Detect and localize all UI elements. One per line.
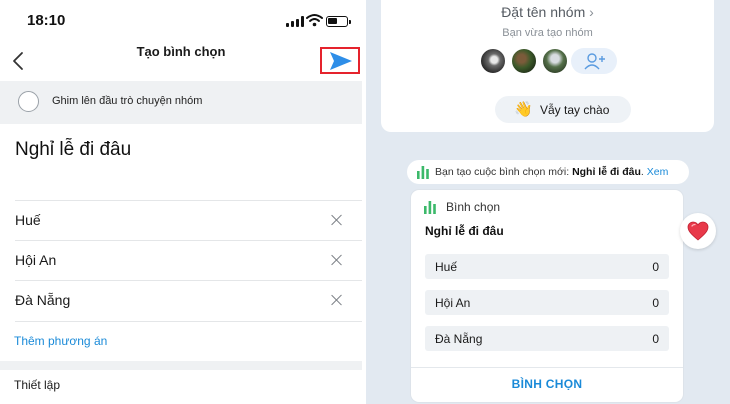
poll-option[interactable]: Hội An 0 [425,290,669,315]
poll-option-label: Hội An [435,296,471,310]
signal-icon [286,16,304,27]
wave-hello-button[interactable]: 👋 Vẫy tay chào [495,96,631,123]
pin-option-row[interactable]: Ghim lên đầu trò chuyện nhóm [0,81,362,124]
wifi-icon [306,14,323,27]
poll-label: Bình chọn [446,200,501,214]
poll-question-input[interactable]: Nghỉ lễ đi đâu [15,139,131,161]
poll-chart-icon [417,166,429,179]
remove-option-icon[interactable] [331,214,343,226]
poll-option-count: 0 [652,332,659,346]
poll-created-notice: Bạn tạo cuộc bình chọn mới: Nghỉ lễ đi đ… [407,160,689,184]
status-time: 18:10 [27,12,66,29]
view-poll-link[interactable]: Xem [647,166,669,178]
poll-option-label: Huế [15,212,41,228]
pin-label: Ghim lên đầu trò chuyện nhóm [52,95,203,107]
group-info-card: Đặt tên nhóm › Bạn vừa tạo nhóm 👋 Vẫy ta… [381,0,714,132]
pin-radio[interactable] [18,91,39,112]
send-icon [330,52,352,70]
wave-hand-icon: 👋 [514,101,533,118]
heart-icon [687,221,709,241]
reaction-button[interactable] [680,213,716,249]
chevron-right-icon: › [589,4,594,20]
poll-option[interactable]: Huế 0 [425,254,669,279]
poll-option-field[interactable]: Đà Nẵng [15,280,362,320]
create-poll-screen: 18:10 Tạo bình chọn Ghim lên đầu trò chu… [0,0,362,404]
vote-button[interactable]: BÌNH CHỌN [411,377,683,391]
poll-option-count: 0 [652,296,659,310]
poll-chart-icon [424,201,436,214]
section-separator [0,361,362,370]
avatar[interactable] [541,47,569,75]
avatar[interactable] [479,47,507,75]
poll-option-field[interactable]: Huế [15,200,362,240]
settings-heading: Thiết lập [14,378,61,392]
poll-option-label: Đà Nẵng [15,292,71,308]
add-member-button[interactable] [571,48,617,74]
send-button[interactable] [320,47,360,74]
poll-option-count: 0 [652,260,659,274]
poll-option-field[interactable]: Hội An [15,240,362,280]
poll-option-label: Đà Nẵng [435,332,483,346]
divider [15,321,362,322]
group-subtitle: Bạn vừa tạo nhóm [502,27,593,39]
poll-option[interactable]: Đà Nẵng 0 [425,326,669,351]
remove-option-icon[interactable] [331,294,343,306]
navigation-bar: Tạo bình chọn [0,40,362,81]
group-name-prompt[interactable]: Đặt tên nhóm › [381,4,714,20]
poll-option-label: Hội An [15,252,57,268]
page-title: Tạo bình chọn [136,44,226,59]
notice-text: Bạn tạo cuộc bình chọn mới: Nghỉ lễ đi đ… [435,166,669,178]
chat-view: Đặt tên nhóm › Bạn vừa tạo nhóm 👋 Vẫy ta… [366,0,730,404]
add-member-icon [584,53,605,70]
battery-icon [326,16,351,27]
poll-message-card: Bình chọn Nghỉ lễ đi đâu Huế 0 Hội An 0 … [411,190,683,402]
wave-label: Vẫy tay chào [540,103,610,117]
avatar[interactable] [510,47,538,75]
status-bar: 18:10 [0,0,362,40]
poll-option-label: Huế [435,260,458,274]
group-name-text: Đặt tên nhóm [501,4,586,20]
divider [411,367,683,368]
poll-question: Nghỉ lễ đi đâu [425,224,504,238]
add-option-link[interactable]: Thêm phương án [14,334,107,348]
remove-option-icon[interactable] [331,254,343,266]
